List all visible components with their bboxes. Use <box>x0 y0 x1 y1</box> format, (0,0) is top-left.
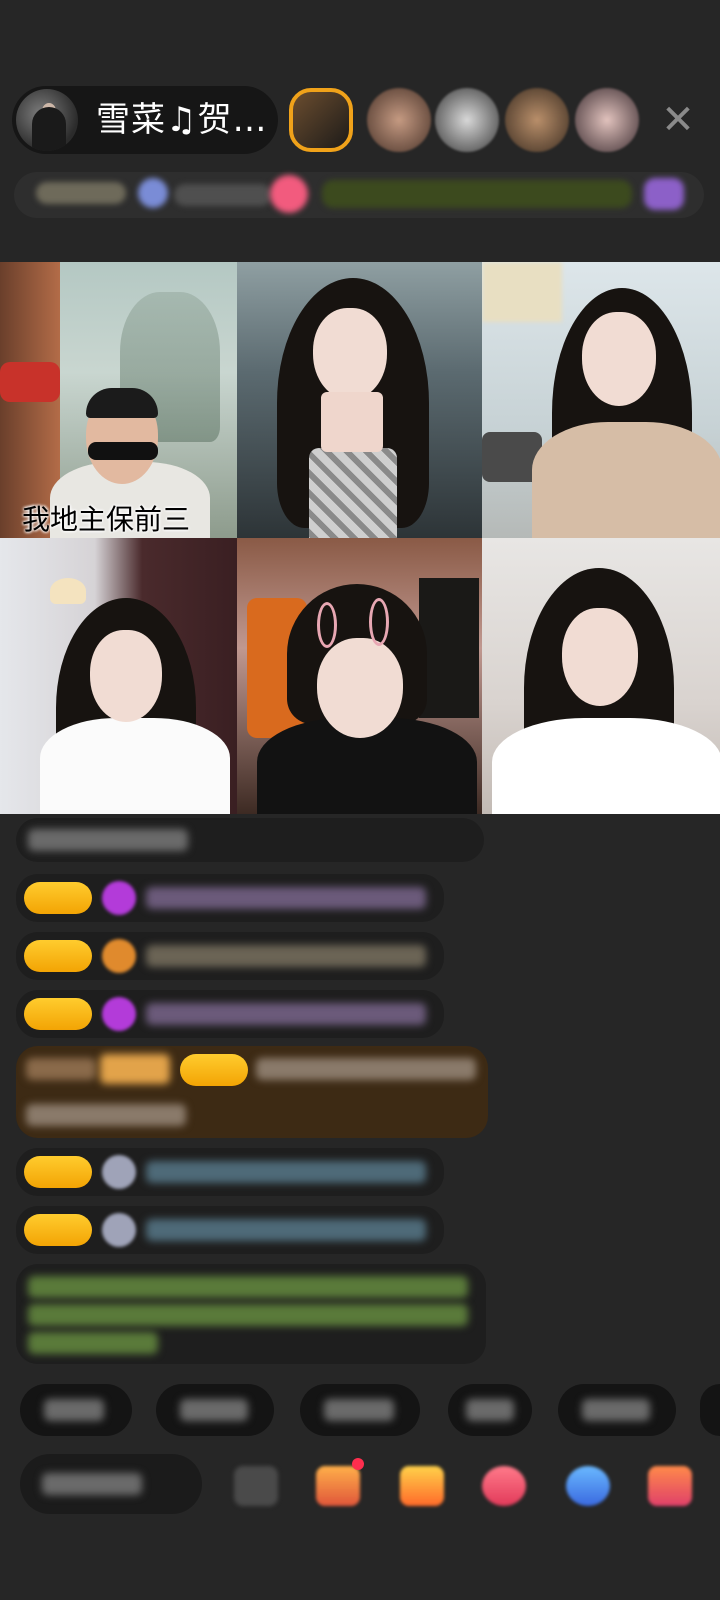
host-name: 雪菜♫贺… <box>96 100 268 140</box>
viewer-avatar-4[interactable] <box>505 88 569 152</box>
guest-video-tile-5[interactable] <box>237 538 482 814</box>
guest-video-tile-3[interactable] <box>482 262 720 538</box>
emoji-icon[interactable] <box>234 1466 278 1506</box>
task-icon[interactable] <box>400 1466 444 1506</box>
quick-reply-chip-2[interactable] <box>156 1384 274 1436</box>
viewer-avatar-1[interactable] <box>289 88 353 152</box>
gift-icon[interactable] <box>316 1466 360 1506</box>
viewer-avatar-5[interactable] <box>575 88 639 152</box>
chat-message-3 <box>16 932 444 980</box>
quick-reply-chip-3[interactable] <box>300 1384 420 1436</box>
more-icon[interactable] <box>648 1466 692 1506</box>
chat-input[interactable] <box>20 1454 202 1514</box>
chat-message-7 <box>16 1206 444 1254</box>
share-icon[interactable] <box>566 1466 610 1506</box>
guest-video-tile-1[interactable]: 我地主保前三 <box>0 262 237 538</box>
chat-message-1 <box>16 818 484 862</box>
close-icon[interactable]: ✕ <box>658 98 698 142</box>
chat-message-4 <box>16 990 444 1038</box>
like-icon[interactable] <box>482 1466 526 1506</box>
guest-video-tile-2[interactable] <box>237 262 482 538</box>
quick-reply-chip-4[interactable] <box>448 1384 532 1436</box>
multi-guest-video-grid: 我地主保前三 <box>0 262 720 814</box>
chat-message-6 <box>16 1148 444 1196</box>
room-tags-bar[interactable] <box>14 172 704 218</box>
guest-video-tile-4[interactable] <box>0 538 237 814</box>
quick-reply-chip-5[interactable] <box>558 1384 676 1436</box>
notification-dot <box>352 1458 364 1470</box>
host-avatar[interactable] <box>16 89 78 151</box>
viewer-avatar-2[interactable] <box>367 88 431 152</box>
tile-1-caption: 我地主保前三 <box>22 503 191 536</box>
viewer-avatar-3[interactable] <box>435 88 499 152</box>
chat-message-2 <box>16 874 444 922</box>
quick-reply-chip-6[interactable] <box>700 1384 720 1436</box>
guest-video-tile-6[interactable] <box>482 538 720 814</box>
chat-message-5 <box>16 1046 488 1138</box>
quick-reply-chip-1[interactable] <box>20 1384 132 1436</box>
host-info-pill[interactable]: 雪菜♫贺… <box>12 86 278 154</box>
system-notice <box>16 1264 486 1364</box>
